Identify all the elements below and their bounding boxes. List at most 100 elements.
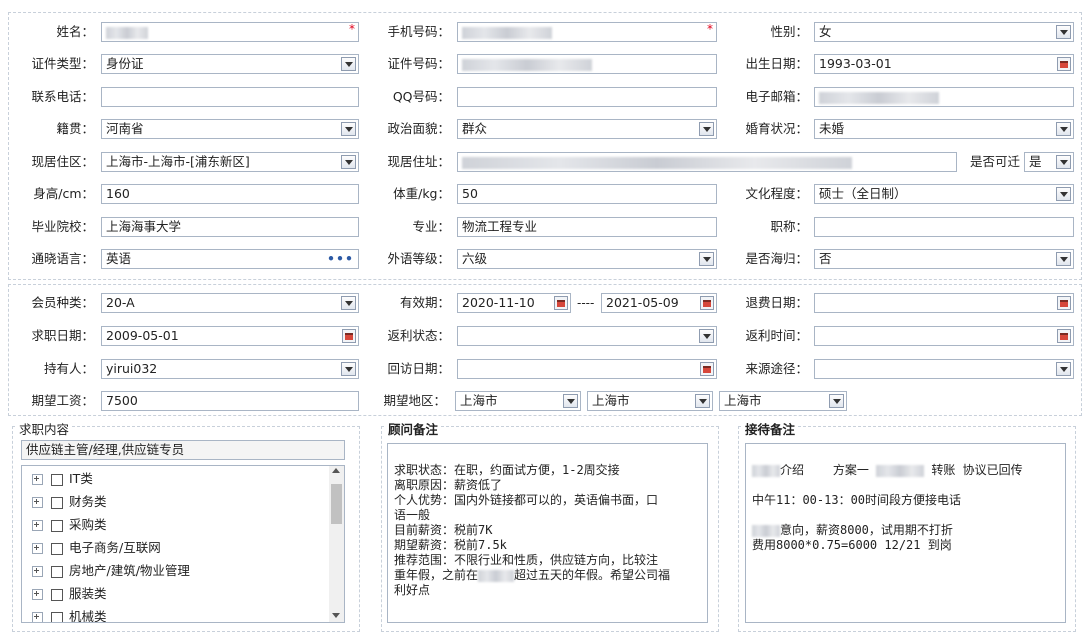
chevron-down-icon[interactable] [699, 329, 714, 343]
idtype-select[interactable]: 身份证 [101, 54, 359, 74]
region-province-select[interactable]: 上海市 [455, 391, 581, 411]
chevron-down-icon[interactable] [829, 394, 844, 408]
validity-from-field[interactable]: 2020-11-10 [457, 293, 571, 313]
validity-to-field[interactable]: 2021-05-09 [601, 293, 717, 313]
scroll-thumb[interactable] [331, 484, 342, 524]
school-field[interactable]: 上海海事大学 [101, 217, 359, 237]
calendar-icon[interactable] [1057, 296, 1071, 310]
title-field[interactable] [814, 217, 1074, 237]
redacted-text [876, 464, 925, 477]
checkbox[interactable] [51, 519, 63, 532]
expand-plus-icon[interactable] [32, 612, 43, 622]
rebate-status-select[interactable] [457, 326, 717, 346]
chevron-down-icon[interactable] [1056, 187, 1071, 201]
more-options-icon[interactable]: ••• [327, 250, 354, 268]
expand-plus-icon[interactable] [32, 566, 43, 577]
politics-select[interactable]: 群众 [457, 119, 717, 139]
education-select[interactable]: 硕士（全日制） [814, 184, 1074, 204]
region-district-select[interactable]: 上海市 [719, 391, 847, 411]
origin-select[interactable]: 河南省 [101, 119, 359, 139]
major-field[interactable]: 物流工程专业 [457, 217, 717, 237]
tree-item[interactable]: 机械类 [32, 606, 107, 622]
residence-select[interactable]: 上海市-上海市-[浦东新区] [101, 152, 359, 172]
checkbox[interactable] [51, 565, 63, 578]
chevron-down-icon[interactable] [341, 57, 356, 71]
tree-item[interactable]: 财务类 [32, 491, 107, 513]
salary-field[interactable]: 7500 [101, 391, 359, 411]
chevron-down-icon[interactable] [1056, 122, 1071, 136]
name-field[interactable]: * [101, 22, 359, 42]
address-field[interactable] [457, 152, 957, 172]
chevron-down-icon[interactable] [699, 252, 714, 266]
calendar-icon[interactable] [700, 296, 714, 310]
job-selected-field[interactable]: 供应链主管/经理,供应链专员 [21, 440, 345, 460]
expand-plus-icon[interactable] [32, 520, 43, 531]
rebate-time-field[interactable] [814, 326, 1074, 346]
birth-date-field[interactable]: 1993-03-01 [814, 54, 1074, 74]
calendar-icon[interactable] [1057, 57, 1071, 71]
idno-field[interactable] [457, 54, 717, 74]
checkbox[interactable] [51, 496, 63, 509]
chevron-down-icon[interactable] [1056, 25, 1071, 39]
email-field[interactable] [814, 87, 1074, 107]
checkbox[interactable] [51, 542, 63, 555]
contact-phone-field[interactable] [101, 87, 359, 107]
height-field[interactable]: 160 [101, 184, 359, 204]
qq-field[interactable] [457, 87, 717, 107]
visit-date-field[interactable] [457, 359, 717, 379]
tree-item[interactable]: 房地产/建筑/物业管理 [32, 560, 190, 582]
language-field[interactable]: 英语 ••• [101, 249, 359, 269]
refund-date-field[interactable] [814, 293, 1074, 313]
relocate-select[interactable]: 是 [1024, 152, 1074, 172]
marital-select[interactable]: 未婚 [814, 119, 1074, 139]
chevron-down-icon[interactable] [563, 394, 578, 408]
scroll-up-arrow-icon[interactable] [332, 468, 340, 473]
expand-plus-icon[interactable] [32, 589, 43, 600]
chevron-down-icon[interactable] [341, 296, 356, 310]
holder-select[interactable]: yirui032 [101, 359, 359, 379]
tree-item[interactable]: 采购类 [32, 514, 107, 536]
jobdate-field[interactable]: 2009-05-01 [101, 326, 359, 346]
gender-select[interactable]: 女 [814, 22, 1074, 42]
weight-field[interactable]: 50 [457, 184, 717, 204]
calendar-icon[interactable] [1057, 329, 1071, 343]
rebate-time-label: 返利时间： [745, 328, 808, 343]
source-select[interactable] [814, 359, 1074, 379]
reception-notes-textarea[interactable]: 介绍 方案一 转账 协议已回传 中午11：00-13：00时间段方便接电话 意向… [745, 443, 1066, 623]
chevron-down-icon[interactable] [1056, 252, 1071, 266]
tree-item[interactable]: 服装类 [32, 583, 107, 605]
returnee-select[interactable]: 否 [814, 249, 1074, 269]
chevron-down-icon[interactable] [695, 394, 710, 408]
job-category-tree[interactable]: IT类 财务类 采购类 电子商务/互联网房地产/建筑/物业管理服装类 机械类 [21, 465, 345, 623]
chevron-down-icon[interactable] [699, 122, 714, 136]
consultant-notes-textarea[interactable]: 求职状态：在职，约面试方便，1-2周交接 离职原因：薪资低了 个人优势：国内外链… [387, 443, 708, 623]
chevron-down-icon[interactable] [341, 362, 356, 376]
chevron-down-icon[interactable] [1056, 155, 1071, 169]
chevron-down-icon[interactable] [341, 155, 356, 169]
checkbox[interactable] [51, 473, 63, 486]
member-type-select[interactable]: 20-A [101, 293, 359, 313]
expand-plus-icon[interactable] [32, 543, 43, 554]
chevron-down-icon[interactable] [341, 122, 356, 136]
checkbox[interactable] [51, 588, 63, 601]
region-city-select[interactable]: 上海市 [587, 391, 713, 411]
name-label: 姓名： [56, 24, 94, 39]
title-label: 职称： [770, 219, 808, 234]
birth-value: 1993-03-01 [819, 56, 892, 71]
phone-field[interactable]: * [457, 22, 717, 42]
checkbox[interactable] [51, 611, 63, 622]
reception-notes-title: 接待备注 [743, 419, 798, 438]
scroll-down-arrow-icon[interactable] [332, 613, 340, 618]
relocate-label: 是否可迁 [969, 154, 1020, 169]
expand-plus-icon[interactable] [32, 497, 43, 508]
language-level-select[interactable]: 六级 [457, 249, 717, 269]
calendar-icon[interactable] [700, 362, 714, 376]
calendar-icon[interactable] [342, 329, 356, 343]
tree-item[interactable]: IT类 [32, 468, 93, 490]
chevron-down-icon[interactable] [1056, 362, 1071, 376]
calendar-icon[interactable] [554, 296, 568, 310]
scrollbar[interactable] [329, 466, 344, 622]
expand-plus-icon[interactable] [32, 474, 43, 485]
tree-item-label: 房地产/建筑/物业管理 [69, 563, 190, 578]
tree-item[interactable]: 电子商务/互联网 [32, 537, 161, 559]
